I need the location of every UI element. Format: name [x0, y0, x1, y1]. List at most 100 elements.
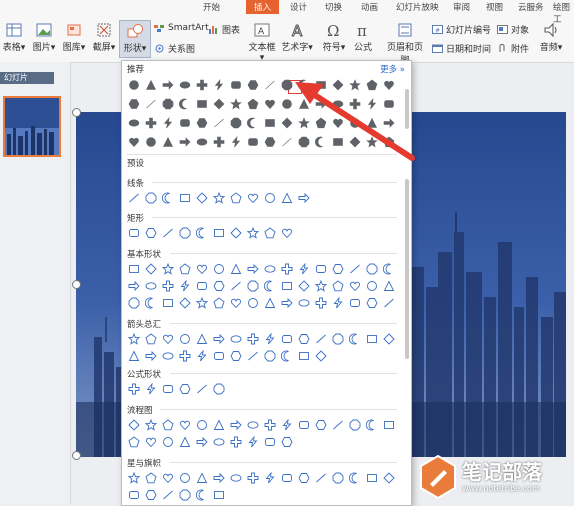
- shape-cell[interactable]: [144, 435, 158, 449]
- shape-cell[interactable]: [212, 116, 226, 130]
- shape-cell[interactable]: [212, 279, 226, 293]
- shape-cell[interactable]: [229, 471, 243, 485]
- shape-cell[interactable]: [297, 191, 311, 205]
- resize-handle-left[interactable]: [72, 280, 81, 289]
- shape-cell[interactable]: [365, 279, 379, 293]
- slide-panel-tab[interactable]: 幻灯片: [0, 72, 54, 84]
- wordart-button[interactable]: A 艺术字▾: [280, 22, 314, 53]
- shape-cell[interactable]: [246, 191, 260, 205]
- shape-cell[interactable]: [144, 191, 158, 205]
- shape-cell[interactable]: [161, 382, 175, 396]
- relation-chart-button[interactable]: 关系图: [154, 42, 195, 55]
- formula-button[interactable]: π 公式: [350, 22, 376, 53]
- shape-cell[interactable]: [127, 116, 141, 130]
- shape-cell[interactable]: [212, 382, 226, 396]
- shape-cell[interactable]: [297, 332, 311, 346]
- shape-cell[interactable]: [314, 349, 328, 363]
- shape-cell[interactable]: [246, 116, 260, 130]
- shape-cell[interactable]: [127, 382, 141, 396]
- shape-cell[interactable]: [178, 296, 192, 310]
- shape-cell[interactable]: [365, 471, 379, 485]
- shape-cell[interactable]: [195, 418, 209, 432]
- shape-cell[interactable]: [365, 296, 379, 310]
- chart-button[interactable]: 图表: [208, 23, 240, 36]
- shape-cell[interactable]: [212, 262, 226, 276]
- shape-cell[interactable]: [263, 78, 277, 92]
- shape-cell[interactable]: [382, 418, 396, 432]
- shape-cell[interactable]: [144, 78, 158, 92]
- shape-cell[interactable]: [246, 279, 260, 293]
- shape-cell[interactable]: [161, 435, 175, 449]
- shape-cell[interactable]: [178, 262, 192, 276]
- shape-cell[interactable]: [229, 97, 243, 111]
- shape-cell[interactable]: [314, 418, 328, 432]
- shape-cell[interactable]: [144, 226, 158, 240]
- shape-cell[interactable]: [195, 78, 209, 92]
- shape-cell[interactable]: [195, 471, 209, 485]
- shape-cell[interactable]: [212, 332, 226, 346]
- shape-cell[interactable]: [212, 97, 226, 111]
- shape-cell[interactable]: [229, 78, 243, 92]
- shape-cell[interactable]: [348, 262, 362, 276]
- shape-cell[interactable]: [127, 78, 141, 92]
- textbox-button[interactable]: A 文本框▾: [247, 22, 277, 63]
- shape-cell[interactable]: [178, 279, 192, 293]
- tab-insert[interactable]: 插入: [246, 0, 280, 14]
- shape-cell[interactable]: [195, 488, 209, 502]
- shape-cell[interactable]: [195, 135, 209, 149]
- shape-cell[interactable]: [127, 262, 141, 276]
- shape-cell[interactable]: [161, 471, 175, 485]
- shape-cell[interactable]: [297, 418, 311, 432]
- shape-cell[interactable]: [195, 226, 209, 240]
- scrollbar-preset[interactable]: [405, 179, 409, 359]
- shape-cell[interactable]: [331, 471, 345, 485]
- shape-cell[interactable]: [297, 296, 311, 310]
- symbol-button[interactable]: Ω 符号▾: [320, 22, 348, 53]
- attachment-button[interactable]: 附件: [497, 42, 529, 55]
- shape-cell[interactable]: [263, 296, 277, 310]
- slide-thumbnail[interactable]: [3, 96, 61, 157]
- shape-cell[interactable]: [195, 97, 209, 111]
- shape-cell[interactable]: [229, 435, 243, 449]
- shape-cell[interactable]: [127, 435, 141, 449]
- shape-cell[interactable]: [263, 418, 277, 432]
- datetime-button[interactable]: 日期和时间: [432, 42, 491, 55]
- shape-cell[interactable]: [212, 78, 226, 92]
- shape-cell[interactable]: [280, 418, 294, 432]
- shape-cell[interactable]: [263, 116, 277, 130]
- shape-cell[interactable]: [195, 435, 209, 449]
- shape-cell[interactable]: [229, 332, 243, 346]
- shape-cell[interactable]: [331, 262, 345, 276]
- shape-cell[interactable]: [246, 262, 260, 276]
- shape-cell[interactable]: [178, 191, 192, 205]
- shape-cell[interactable]: [144, 279, 158, 293]
- shape-cell[interactable]: [195, 191, 209, 205]
- tab-animation[interactable]: 动画: [361, 1, 378, 13]
- shape-cell[interactable]: [246, 226, 260, 240]
- shape-cell[interactable]: [246, 349, 260, 363]
- shape-cell[interactable]: [246, 97, 260, 111]
- shape-cell[interactable]: [144, 349, 158, 363]
- shape-cell[interactable]: [161, 349, 175, 363]
- shape-cell[interactable]: [229, 135, 243, 149]
- shape-cell[interactable]: [195, 296, 209, 310]
- shape-cell[interactable]: [280, 471, 294, 485]
- shape-cell[interactable]: [161, 97, 175, 111]
- shape-cell[interactable]: [127, 332, 141, 346]
- gallery-button[interactable]: 图库▾: [60, 22, 88, 53]
- shape-cell[interactable]: [144, 418, 158, 432]
- shape-cell[interactable]: [195, 116, 209, 130]
- shape-cell[interactable]: [144, 262, 158, 276]
- shape-cell[interactable]: [144, 471, 158, 485]
- shape-cell[interactable]: [246, 471, 260, 485]
- shape-cell[interactable]: [195, 382, 209, 396]
- shape-cell[interactable]: [263, 332, 277, 346]
- shape-cell[interactable]: [161, 191, 175, 205]
- shape-cell[interactable]: [178, 488, 192, 502]
- shapes-button[interactable]: 形状▾: [119, 20, 151, 58]
- shape-cell[interactable]: [331, 279, 345, 293]
- resize-handle-bottom-left[interactable]: [72, 451, 81, 460]
- shape-cell[interactable]: [229, 279, 243, 293]
- smartart-button[interactable]: SmartArt: [154, 23, 209, 33]
- shape-cell[interactable]: [127, 191, 141, 205]
